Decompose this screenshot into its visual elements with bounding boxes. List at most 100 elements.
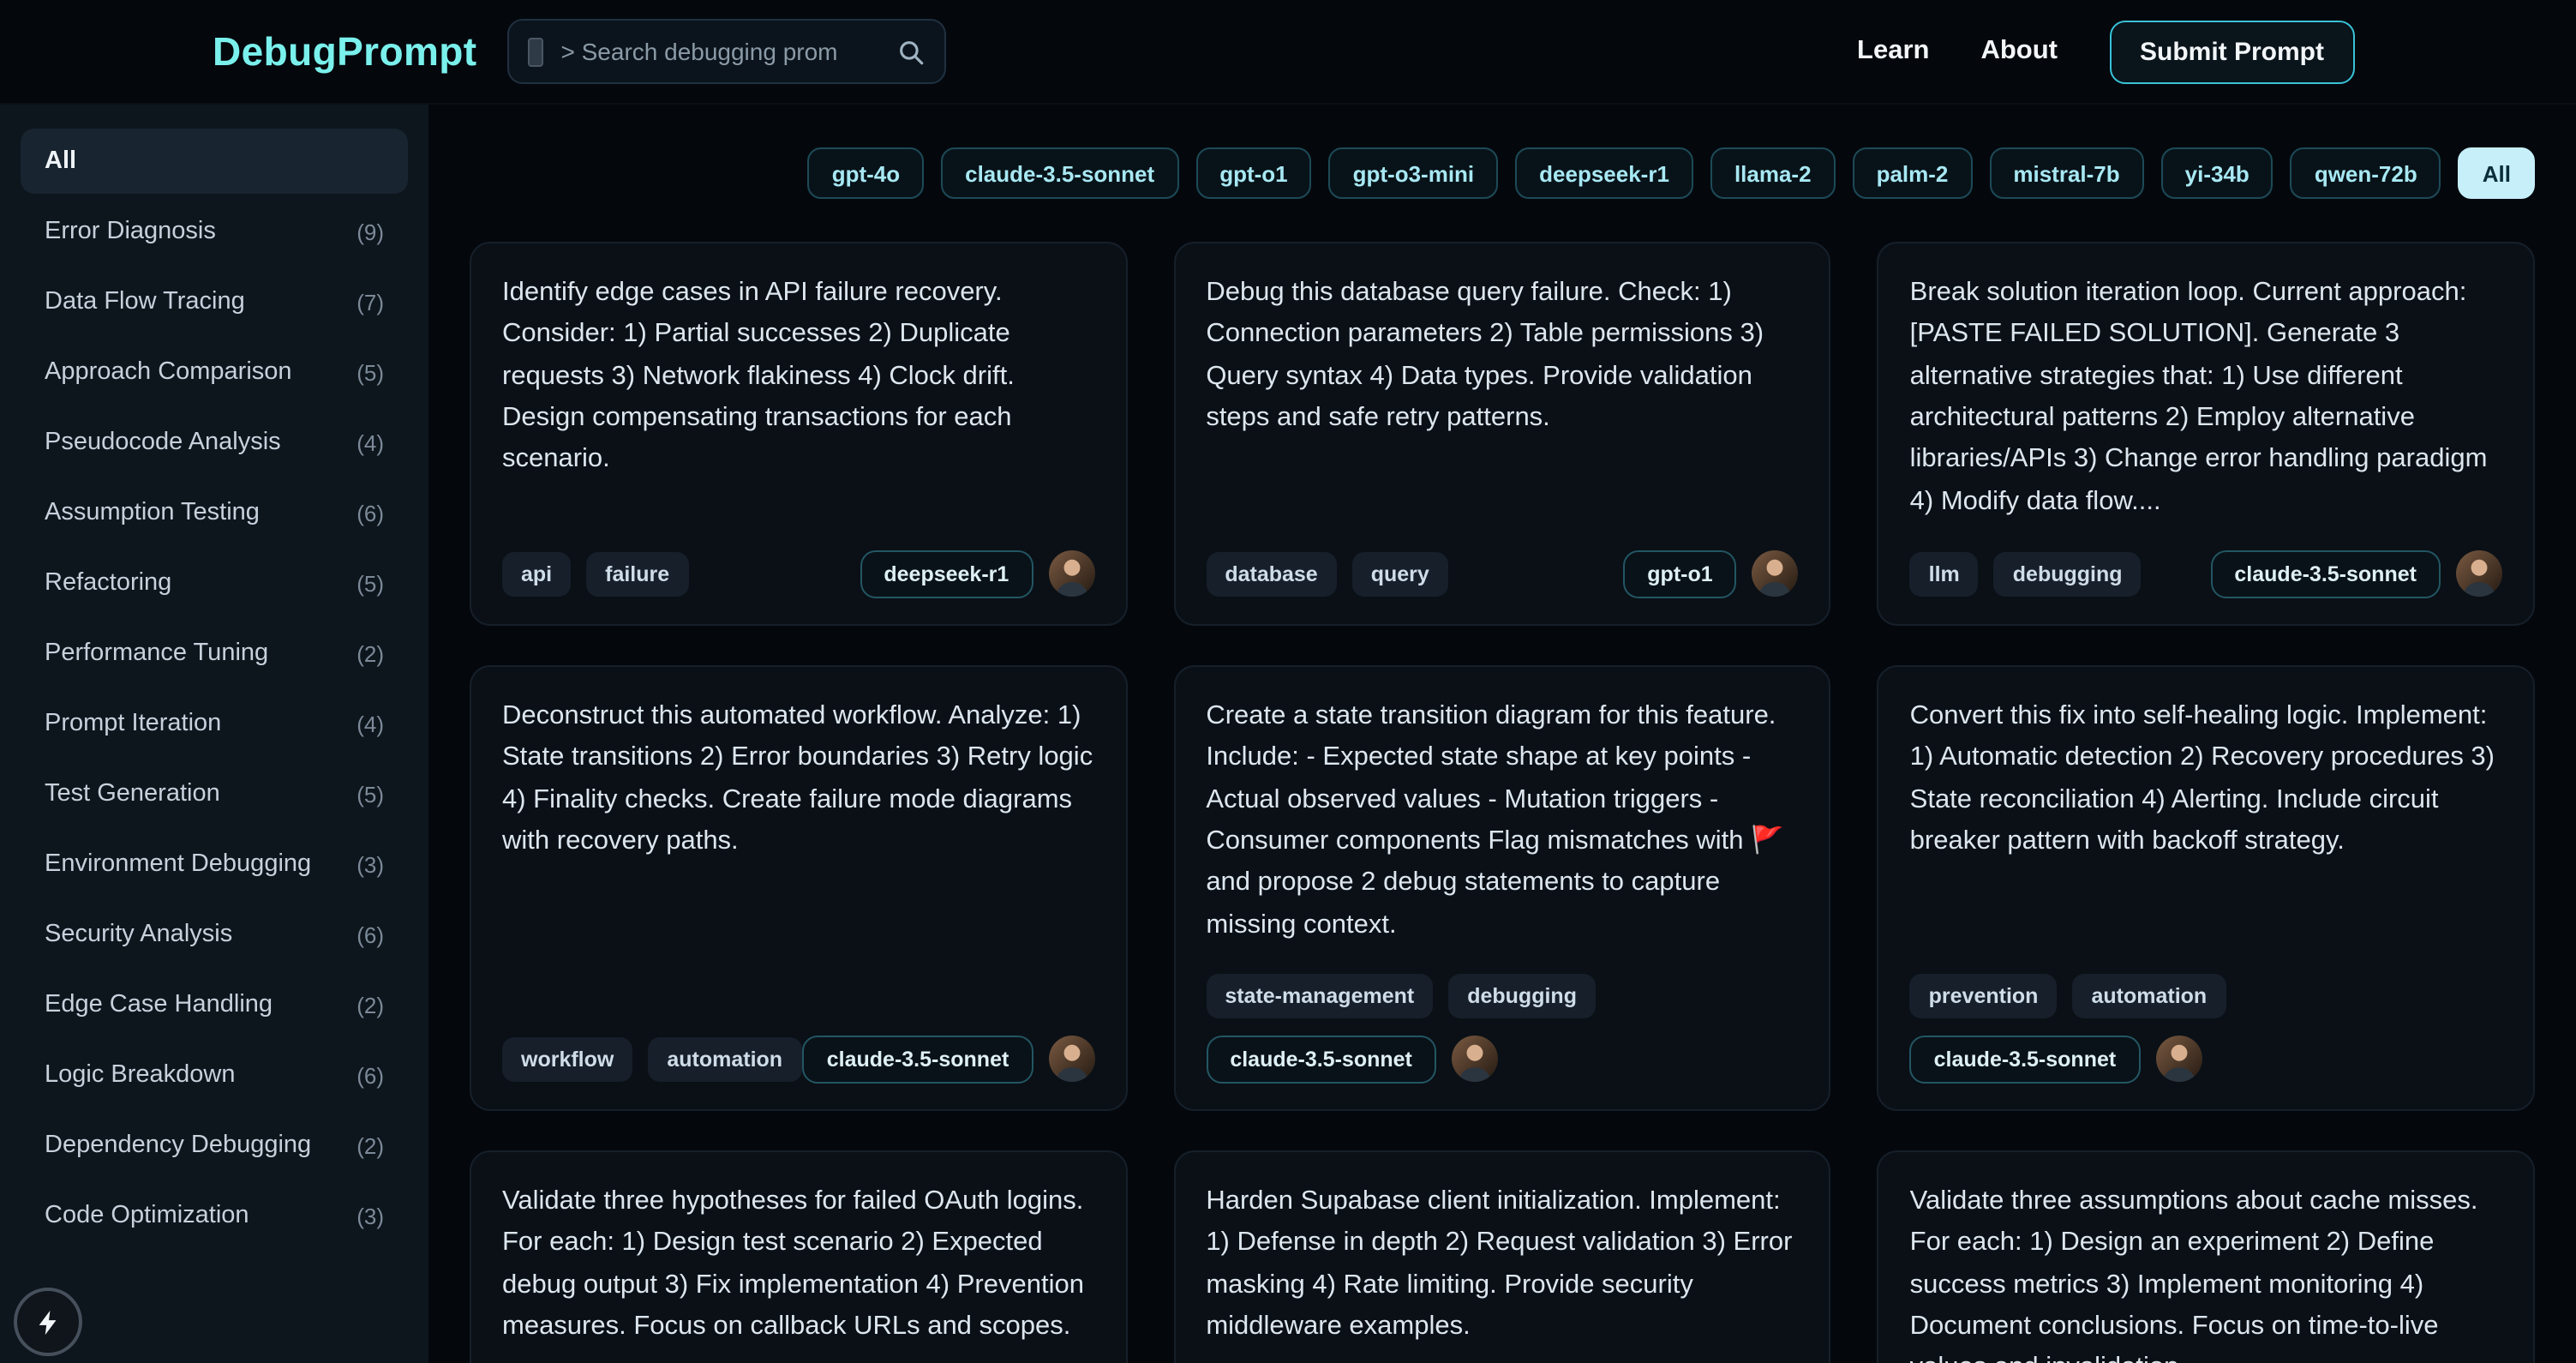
tag-chip-llm[interactable]: llm	[1910, 552, 1979, 597]
author-avatar[interactable]	[1752, 551, 1799, 597]
model-filter-llama-2[interactable]: llama-2	[1710, 147, 1836, 199]
author-avatar[interactable]	[1452, 1036, 1498, 1083]
author-avatar[interactable]	[1048, 1036, 1094, 1083]
person-icon	[1048, 551, 1094, 597]
tag-chip-database[interactable]: database	[1206, 552, 1336, 597]
sidebar-item-count: (5)	[356, 359, 384, 385]
person-icon	[2456, 551, 2502, 597]
prompt-card-5[interactable]: Create a state transition diagram for th…	[1173, 665, 1830, 1111]
sidebar-item-count: (4)	[356, 429, 384, 455]
prompt-text: Identify edge cases in API failure recov…	[502, 273, 1094, 481]
prompt-card-8[interactable]: Harden Supabase client initialization. I…	[1173, 1150, 1830, 1363]
sidebar-item-count: (6)	[356, 922, 384, 947]
card-meta: claude-3.5-sonnet	[2210, 550, 2502, 598]
sidebar-item-label: Prompt Iteration	[45, 710, 221, 737]
sidebar-item-performance-tuning[interactable]: Performance Tuning (2)	[21, 621, 408, 686]
sidebar-item-pseudocode-analysis[interactable]: Pseudocode Analysis (4)	[21, 410, 408, 475]
tag-chip-api[interactable]: api	[502, 552, 571, 597]
tag-list: prevention automation	[1910, 974, 2226, 1018]
sidebar-item-count: (3)	[356, 1203, 384, 1228]
search-icon[interactable]	[897, 37, 926, 66]
card-meta: claude-3.5-sonnet	[1206, 1036, 1498, 1084]
card-meta: claude-3.5-sonnet	[803, 1036, 1095, 1084]
sidebar-item-data-flow-tracing[interactable]: Data Flow Tracing (7)	[21, 269, 408, 334]
app-root: DebugPrompt Learn About Submit Prompt Al…	[0, 0, 2576, 1363]
sidebar-item-count: (2)	[356, 992, 384, 1018]
model-badge[interactable]: claude-3.5-sonnet	[1910, 1036, 2141, 1084]
tag-chip-debugging[interactable]: debugging	[1994, 552, 2142, 597]
search-input[interactable]	[558, 36, 884, 67]
sidebar-item-logic-breakdown[interactable]: Logic Breakdown (6)	[21, 1042, 408, 1108]
sidebar-item-prompt-iteration[interactable]: Prompt Iteration (4)	[21, 691, 408, 756]
tag-chip-debugging[interactable]: debugging	[1448, 974, 1596, 1018]
prompt-card-4[interactable]: Deconstruct this automated workflow. Ana…	[470, 665, 1127, 1111]
model-badge[interactable]: claude-3.5-sonnet	[803, 1036, 1033, 1084]
tag-chip-automation[interactable]: automation	[648, 1037, 801, 1082]
sidebar-item-test-generation[interactable]: Test Generation (5)	[21, 761, 408, 826]
tag-chip-query[interactable]: query	[1352, 552, 1448, 597]
sidebar-item-count: (9)	[356, 219, 384, 244]
prompt-card-1[interactable]: Identify edge cases in API failure recov…	[470, 242, 1127, 626]
card-footer: prevention automation claude-3.5-sonnet	[1910, 946, 2502, 1084]
prompt-card-6[interactable]: Convert this fix into self-healing logic…	[1878, 665, 2535, 1111]
app-logo[interactable]: DebugPrompt	[213, 28, 477, 75]
model-filter-gpt-4o[interactable]: gpt-4o	[808, 147, 924, 199]
tag-chip-workflow[interactable]: workflow	[502, 1037, 632, 1082]
submit-prompt-button[interactable]: Submit Prompt	[2109, 20, 2355, 83]
author-avatar[interactable]	[2155, 1036, 2202, 1083]
sidebar: All Error Diagnosis (9) Data Flow Tracin…	[0, 105, 428, 1363]
sidebar-item-code-optimization[interactable]: Code Optimization (3)	[21, 1183, 408, 1248]
prompt-card-2[interactable]: Debug this database query failure. Check…	[1173, 242, 1830, 626]
sidebar-item-label: Logic Breakdown	[45, 1061, 236, 1089]
author-avatar[interactable]	[2456, 551, 2502, 597]
sidebar-item-label: Edge Case Handling	[45, 991, 273, 1018]
card-meta: deepseek-r1	[860, 550, 1094, 598]
model-filter-deepseek-r1[interactable]: deepseek-r1	[1515, 147, 1693, 199]
model-badge[interactable]: deepseek-r1	[860, 550, 1033, 598]
prompt-card-9[interactable]: Validate three assumptions about cache m…	[1878, 1150, 2535, 1363]
prompt-card-3[interactable]: Break solution iteration loop. Current a…	[1878, 242, 2535, 626]
model-badge[interactable]: claude-3.5-sonnet	[1206, 1036, 1436, 1084]
tag-list: state-management debugging	[1206, 974, 1596, 1018]
prompt-text: Create a state transition diagram for th…	[1206, 696, 1798, 946]
prompt-card-grid: Identify edge cases in API failure recov…	[470, 242, 2535, 1363]
body-row: All Error Diagnosis (9) Data Flow Tracin…	[0, 105, 2576, 1363]
sidebar-item-environment-debugging[interactable]: Environment Debugging (3)	[21, 832, 408, 897]
person-icon	[1048, 1036, 1094, 1083]
tag-chip-failure[interactable]: failure	[586, 552, 688, 597]
prompt-text: Break solution iteration loop. Current a…	[1910, 273, 2502, 523]
accessibility-widget-button[interactable]	[14, 1288, 82, 1356]
model-filter-gpt-o3-mini[interactable]: gpt-o3-mini	[1329, 147, 1499, 199]
model-filter-yi-34b[interactable]: yi-34b	[2161, 147, 2273, 199]
person-icon	[2155, 1036, 2202, 1083]
model-filter-qwen-72b[interactable]: qwen-72b	[2291, 147, 2441, 199]
tag-list: api failure	[502, 552, 688, 597]
tag-chip-state-management[interactable]: state-management	[1206, 974, 1433, 1018]
sidebar-item-approach-comparison[interactable]: Approach Comparison (5)	[21, 339, 408, 405]
model-filter-claude-3-5-sonnet[interactable]: claude-3.5-sonnet	[941, 147, 1178, 199]
tag-chip-automation[interactable]: automation	[2072, 974, 2226, 1018]
nav-about[interactable]: About	[1980, 36, 2058, 67]
model-filter-mistral-7b[interactable]: mistral-7b	[1989, 147, 2143, 199]
model-badge[interactable]: claude-3.5-sonnet	[2210, 550, 2441, 598]
model-filter-gpt-o1[interactable]: gpt-o1	[1195, 147, 1311, 199]
sidebar-item-count: (7)	[356, 289, 384, 315]
model-badge[interactable]: gpt-o1	[1623, 550, 1736, 598]
nav-learn[interactable]: Learn	[1857, 36, 1929, 67]
author-avatar[interactable]	[1048, 551, 1094, 597]
sidebar-item-all[interactable]: All	[21, 129, 408, 194]
search-box[interactable]	[508, 19, 947, 84]
model-filter-all[interactable]: All	[2459, 147, 2535, 199]
tag-chip-prevention[interactable]: prevention	[1910, 974, 2058, 1018]
main-content: gpt-4o claude-3.5-sonnet gpt-o1 gpt-o3-mini…	[428, 105, 2576, 1363]
sidebar-item-refactoring[interactable]: Refactoring (5)	[21, 550, 408, 615]
sidebar-item-error-diagnosis[interactable]: Error Diagnosis (9)	[21, 199, 408, 264]
sidebar-item-edge-case-handling[interactable]: Edge Case Handling (2)	[21, 972, 408, 1037]
prompt-card-7[interactable]: Validate three hypotheses for failed OAu…	[470, 1150, 1127, 1363]
model-filter-palm-2[interactable]: palm-2	[1853, 147, 1973, 199]
sidebar-item-security-analysis[interactable]: Security Analysis (6)	[21, 902, 408, 967]
sidebar-item-assumption-testing[interactable]: Assumption Testing (6)	[21, 480, 408, 545]
sidebar-item-label: All	[45, 147, 76, 175]
sidebar-item-label: Error Diagnosis	[45, 218, 216, 245]
sidebar-item-dependency-debugging[interactable]: Dependency Debugging (2)	[21, 1113, 408, 1178]
